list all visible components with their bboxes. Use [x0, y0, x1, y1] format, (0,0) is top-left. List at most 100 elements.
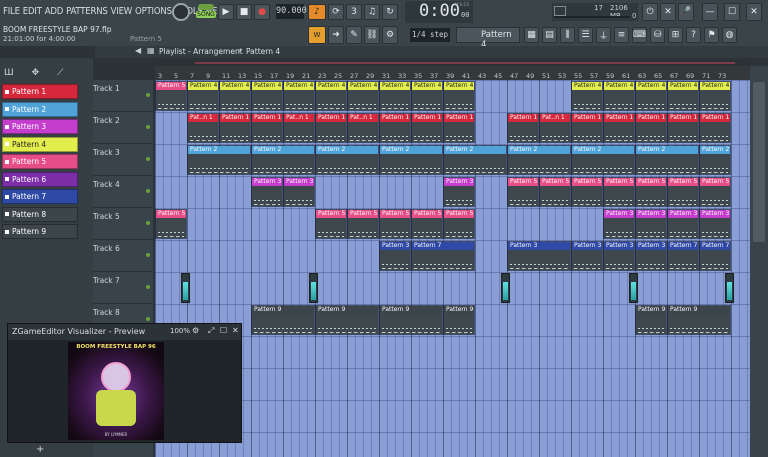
vertical-scrollbar[interactable] [750, 66, 768, 457]
playlist-clip[interactable]: Pattern 4 [411, 81, 443, 111]
playlist-clip[interactable]: Pat..n 1 [347, 113, 379, 143]
menu-item-options[interactable]: OPTIONS [135, 6, 172, 17]
playlist-clip[interactable]: Pattern 4 [571, 81, 603, 111]
playlist-clip[interactable]: Pat..n 1 [539, 113, 571, 143]
playlist-clip[interactable]: Pattern 5 [635, 177, 667, 207]
pattern-list-item[interactable]: Pattern 8 [2, 206, 78, 222]
audio-clip[interactable] [501, 273, 510, 303]
playlist-clip[interactable]: Pattern 1 [251, 113, 283, 143]
track-mute-led[interactable] [146, 285, 150, 289]
playlist-clip[interactable]: Pattern 4 [635, 81, 667, 111]
playlist-clip[interactable]: Pattern 3 [603, 241, 635, 271]
playlist-clip[interactable]: Pat..n 1 [283, 113, 315, 143]
playlist-clip[interactable]: Pattern 2 [315, 145, 379, 175]
snap-selector[interactable]: 1/4 step [410, 28, 450, 42]
playlist-clip[interactable]: Pattern 9 [315, 305, 379, 335]
playlist-clip[interactable]: Pattern 5 [443, 209, 475, 239]
mixer-button[interactable]: ⫼ [560, 27, 575, 43]
playlist-logo-button[interactable]: W [308, 26, 326, 44]
window-close[interactable]: ✕ [746, 3, 762, 21]
track-header[interactable]: Track 5 [93, 208, 153, 240]
touch-keyboard-button[interactable]: ⌨ [632, 27, 647, 43]
move-icon[interactable]: ✥ [32, 68, 40, 80]
playlist-clip[interactable]: Pattern 5 [603, 177, 635, 207]
playlist-clip[interactable]: Pattern 1 [443, 113, 475, 143]
audio-clip[interactable] [725, 273, 734, 303]
playlist-clip[interactable]: Pattern 3 [283, 177, 315, 207]
blend-notes-button[interactable]: ♫ [364, 4, 380, 20]
draw-tool-button[interactable]: ✎ [346, 26, 362, 44]
pattern-list-item[interactable]: Pattern 2 [2, 101, 78, 117]
track-header[interactable]: Track 3 [93, 144, 153, 176]
playlist-clip[interactable]: Pattern 2 [699, 145, 731, 175]
playlist-clip[interactable]: Pattern 2 [443, 145, 507, 175]
undo-history-button[interactable]: ⏻ [642, 3, 658, 21]
playlist-button[interactable]: ≡ [614, 27, 629, 43]
ruler-overview[interactable] [155, 60, 750, 66]
playlist-clip[interactable]: Pattern 9 [379, 305, 443, 335]
playlist-clip[interactable]: Pattern 1 [635, 113, 667, 143]
link-tool-button[interactable]: ⛓ [364, 26, 380, 44]
playlist-clip[interactable]: Pattern 1 [379, 113, 411, 143]
playlist-clip[interactable]: Pattern 2 [571, 145, 635, 175]
window-minimize[interactable]: — [702, 3, 718, 21]
tools-button[interactable]: ✕ [660, 3, 676, 21]
time-display[interactable]: 0:00 00 M:S:CS [405, 1, 473, 23]
menu-item-file[interactable]: FILE [3, 6, 20, 17]
countdown-button[interactable]: 3 [346, 4, 362, 20]
track-header[interactable]: Track 4 [93, 176, 153, 208]
add-pattern-button[interactable]: + [36, 444, 44, 455]
help-button[interactable]: ? [686, 27, 701, 43]
playlist-clip[interactable]: Pattern 2 [251, 145, 315, 175]
track-mute-led[interactable] [146, 157, 150, 161]
playlist-clip[interactable]: Pattern 1 [315, 113, 347, 143]
playlist-clip[interactable]: Pattern 5 [155, 81, 187, 111]
playlist-clip[interactable]: Pattern 4 [347, 81, 379, 111]
playlist-clip[interactable]: Pattern 1 [507, 113, 539, 143]
playlist-clip[interactable]: Pattern 4 [283, 81, 315, 111]
playlist-clip[interactable]: Pattern 1 [603, 113, 635, 143]
playlist-clip[interactable]: Pattern 4 [251, 81, 283, 111]
performance-button[interactable]: ⊞ [668, 27, 683, 43]
pattern-list-item[interactable]: Pattern 7 [2, 189, 78, 204]
playlist-clip[interactable]: Pattern 4 [667, 81, 699, 111]
playlist-clip[interactable]: Pattern 7 [699, 241, 731, 271]
track-mute-led[interactable] [146, 221, 150, 225]
wait-input-button[interactable]: ⟳ [328, 4, 344, 20]
playlist-clip[interactable]: Pattern 2 [187, 145, 251, 175]
track-mute-led[interactable] [146, 253, 150, 257]
record-button[interactable]: ● [254, 4, 270, 20]
menu-item-add[interactable]: ADD [45, 6, 64, 17]
playlist-clip[interactable]: Pattern 5 [699, 177, 731, 207]
pattern-list-item[interactable]: Pattern 9 [2, 224, 78, 239]
playlist-clip[interactable]: Pattern 3 [667, 209, 699, 239]
playlist-clip[interactable]: Pattern 3 [571, 241, 603, 271]
playlist-clip[interactable]: Pattern 2 [635, 145, 699, 175]
visualizer-detach-icon[interactable]: ☐ [220, 326, 227, 335]
marketplace-button[interactable]: ⛁ [650, 27, 665, 43]
track-header[interactable]: Track 7 [93, 272, 153, 304]
playlist-clip[interactable]: Pattern 1 [411, 113, 443, 143]
visualizer-close-icon[interactable]: ✕ [232, 326, 239, 335]
playlist-clip[interactable]: Pattern 3 [699, 209, 731, 239]
play-button[interactable]: ▶ [218, 4, 234, 20]
scroll-thumb[interactable] [753, 82, 765, 242]
playlist-clip[interactable]: Pattern 4 [219, 81, 251, 111]
playlist-clip[interactable]: Pattern 7 [667, 241, 699, 271]
pattern-list-item[interactable]: Pattern 1 [2, 84, 78, 99]
browser-button[interactable]: ☰ [578, 27, 593, 43]
playlist-clip[interactable]: Pattern 2 [379, 145, 443, 175]
playlist-clip[interactable]: Pattern 3 [251, 177, 283, 207]
playlist-clip[interactable]: Pattern 9 [635, 305, 667, 335]
playlist-clip[interactable]: Pattern 1 [667, 113, 699, 143]
playlist-clip[interactable]: Pattern 1 [219, 113, 251, 143]
menu-item-edit[interactable]: EDIT [23, 6, 42, 17]
menu-item-patterns[interactable]: PATTERNS [66, 6, 108, 17]
playlist-clip[interactable]: Pattern 1 [571, 113, 603, 143]
plugin-picker-button[interactable]: ⏚ [596, 27, 611, 43]
metronome-button[interactable]: ♪ [308, 4, 326, 20]
menu-item-view[interactable]: VIEW [111, 6, 133, 17]
playlist-grid[interactable]: Pattern 5 Pattern 4 Pattern 4 Pattern 4 Patt… [155, 80, 750, 457]
playlist-clip[interactable]: Pattern 5 [315, 209, 347, 239]
visualizer-titlebar[interactable]: ZGameEditor Visualizer - Preview 100% ⚙ … [8, 324, 241, 340]
